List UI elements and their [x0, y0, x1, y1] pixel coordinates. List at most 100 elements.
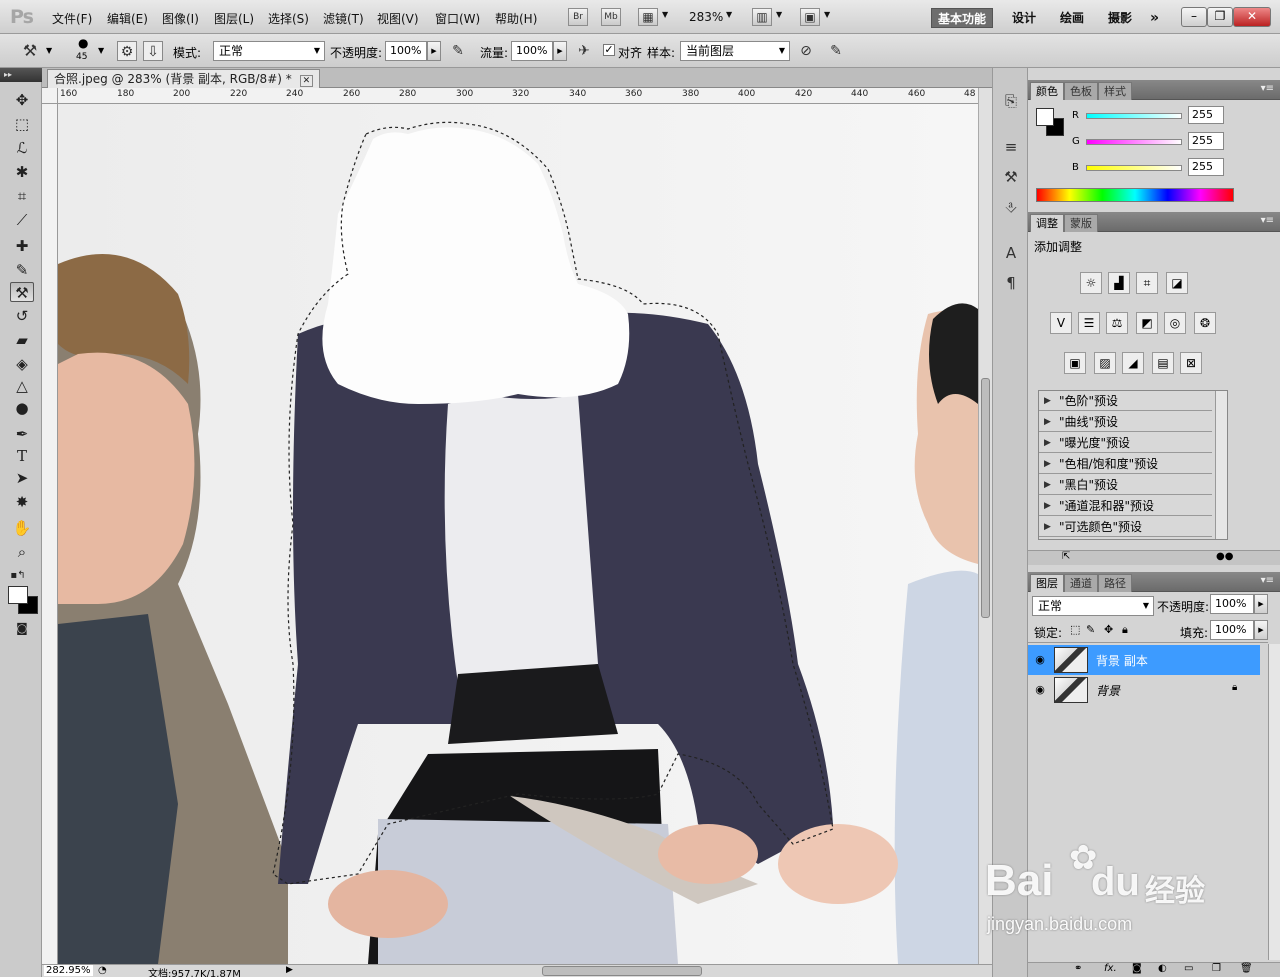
panel-menu-icon[interactable]: ▾≡ — [1261, 575, 1274, 586]
clone-stamp-icon[interactable]: ⚒ — [20, 41, 40, 61]
paint-bucket-tool-icon[interactable]: ◈ — [10, 354, 34, 374]
tab-styles[interactable]: 样式 — [1098, 82, 1132, 100]
chevron-down-icon[interactable]: ▼ — [98, 46, 104, 55]
new-layer-icon[interactable]: ❐ — [1212, 963, 1221, 974]
menu-view[interactable]: 视图(V) — [377, 10, 419, 27]
menu-image[interactable]: 图像(I) — [162, 10, 199, 27]
blend-mode-select[interactable]: 正常 ▼ — [1032, 596, 1154, 616]
scroll-thumb[interactable] — [981, 378, 990, 618]
mode-select[interactable]: 正常 ▼ — [213, 41, 325, 61]
lock-pixels-icon[interactable]: ✎ — [1086, 623, 1095, 636]
history-icon[interactable]: ⎘ — [1000, 90, 1022, 112]
minimize-button[interactable]: – — [1181, 7, 1207, 27]
opacity-slider-button[interactable]: ▶ — [427, 41, 441, 61]
clone-source-icon[interactable]: ⇩ — [143, 41, 163, 61]
layer-opacity-input[interactable]: 100% — [1210, 594, 1254, 614]
restore-button[interactable]: ❐ — [1207, 7, 1233, 27]
vibrance-icon[interactable]: V — [1050, 312, 1072, 334]
zoom-tool-icon[interactable]: ⌕ — [10, 542, 34, 562]
workspace-photography[interactable]: 摄影 — [1108, 8, 1132, 28]
layer-row[interactable]: ◉ 背景 副本 — [1028, 645, 1260, 675]
workspace-painting[interactable]: 绘画 — [1060, 8, 1084, 28]
hand-tool-icon[interactable]: ✋ — [10, 518, 34, 538]
curves-icon[interactable]: ⌗ — [1136, 272, 1158, 294]
menu-file[interactable]: 文件(F) — [52, 10, 92, 27]
status-arrow-icon[interactable]: ▶ — [286, 965, 293, 975]
chevron-down-icon[interactable]: ▼ — [662, 10, 668, 19]
invert-icon[interactable]: ▣ — [1064, 352, 1086, 374]
workspace-design[interactable]: 设计 — [1012, 8, 1036, 28]
move-tool-icon[interactable]: ✥ — [10, 90, 34, 110]
pressure-opacity-icon[interactable]: ✎ — [448, 41, 468, 61]
gradient-map-icon[interactable]: ▤ — [1152, 352, 1174, 374]
r-input[interactable]: 255 — [1188, 106, 1224, 124]
pen-tool-icon[interactable]: ✒ — [10, 424, 34, 444]
brush-presets-icon[interactable]: ≡ — [1000, 136, 1022, 158]
zoom-level[interactable]: 283% — [689, 10, 723, 24]
g-input[interactable]: 255 — [1188, 132, 1224, 150]
brush-tool-icon[interactable]: ✎ — [10, 260, 34, 280]
levels-icon[interactable]: ▟ — [1108, 272, 1130, 294]
eyedropper-tool-icon[interactable]: ⟋ — [10, 210, 34, 230]
layer-name[interactable]: 背景 副本 — [1096, 652, 1148, 669]
tab-channels[interactable]: 通道 — [1064, 574, 1098, 592]
menu-select[interactable]: 选择(S) — [268, 10, 309, 27]
close-button[interactable]: ✕ — [1233, 7, 1271, 27]
aligned-checkbox[interactable]: ✓ — [603, 44, 615, 56]
character-icon[interactable]: A — [1000, 242, 1022, 264]
close-icon[interactable]: ✕ — [299, 75, 314, 87]
menu-help[interactable]: 帮助(H) — [495, 10, 537, 27]
foreground-color-swatch[interactable] — [8, 586, 28, 604]
b-slider[interactable] — [1086, 165, 1182, 171]
hue-saturation-icon[interactable]: ☰ — [1078, 312, 1100, 334]
tool-presets-icon[interactable]: ⎀ — [1000, 196, 1022, 218]
fill-button[interactable]: ▶ — [1254, 620, 1268, 640]
vertical-scrollbar[interactable] — [978, 88, 992, 964]
flow-slider-button[interactable]: ▶ — [553, 41, 567, 61]
image-canvas[interactable] — [58, 104, 978, 964]
crop-tool-icon[interactable]: ⌗ — [10, 186, 34, 206]
opacity-input[interactable]: 100% — [385, 41, 427, 61]
lock-transparent-icon[interactable]: ⬚ — [1070, 623, 1080, 636]
more-workspaces-icon[interactable]: » — [1150, 8, 1159, 28]
chevron-down-icon[interactable]: ▼ — [824, 10, 830, 19]
adjustment-layer-icon[interactable]: ◐ — [1158, 963, 1167, 974]
brightness-icon[interactable]: ☼ — [1080, 272, 1102, 294]
tab-swatches[interactable]: 色板 — [1064, 82, 1098, 100]
fill-input[interactable]: 100% — [1210, 620, 1254, 640]
black-white-icon[interactable]: ◩ — [1136, 312, 1158, 334]
layers-scrollbar[interactable] — [1268, 644, 1280, 960]
chevron-down-icon[interactable]: ▼ — [46, 46, 52, 55]
preset-exposure[interactable]: ▶ "曝光度"预设 — [1039, 433, 1212, 453]
workspace-essentials[interactable]: 基本功能 — [931, 8, 994, 28]
exposure-icon[interactable]: ◪ — [1166, 272, 1188, 294]
color-balance-icon[interactable]: ⚖ — [1106, 312, 1128, 334]
quick-mask-icon[interactable]: ◙ — [10, 618, 34, 638]
add-mask-icon[interactable]: ◙ — [1132, 963, 1142, 974]
chevron-down-icon[interactable]: ▼ — [726, 10, 732, 19]
magic-wand-tool-icon[interactable]: ✱ — [10, 162, 34, 182]
menu-edit[interactable]: 编辑(E) — [107, 10, 148, 27]
tab-adjustments[interactable]: 调整 — [1030, 214, 1064, 232]
arrange-docs-icon[interactable]: ▥ — [752, 8, 772, 26]
preset-curves[interactable]: ▶ "曲线"预设 — [1039, 412, 1212, 432]
preset-selective-color[interactable]: ▶ "可选颜色"预设 — [1039, 517, 1212, 537]
photo-filter-icon[interactable]: ◎ — [1164, 312, 1186, 334]
delete-layer-icon[interactable]: 🗑︎ — [1240, 963, 1253, 974]
preset-scrollbar[interactable] — [1215, 391, 1227, 539]
panel-menu-icon[interactable]: ▾≡ — [1261, 83, 1274, 94]
paragraph-icon[interactable]: ¶ — [1000, 272, 1022, 294]
default-colors-icon[interactable]: ▪↰ — [6, 566, 30, 586]
healing-brush-tool-icon[interactable]: ✚ — [10, 236, 34, 256]
pressure-size-icon[interactable]: ✎ — [826, 41, 846, 61]
vertical-ruler[interactable] — [42, 104, 58, 964]
horizontal-scroll-thumb[interactable] — [542, 966, 702, 976]
selective-color-icon[interactable]: ⊠ — [1180, 352, 1202, 374]
tab-color[interactable]: 颜色 — [1030, 82, 1064, 100]
preset-bw[interactable]: ▶ "黑白"预设 — [1039, 475, 1212, 495]
preset-hue-sat[interactable]: ▶ "色相/饱和度"预设 — [1039, 454, 1212, 474]
menu-filter[interactable]: 滤镜(T) — [323, 10, 364, 27]
link-layers-icon[interactable]: ⚭ — [1074, 963, 1082, 974]
tab-paths[interactable]: 路径 — [1098, 574, 1132, 592]
new-group-icon[interactable]: ▭ — [1184, 963, 1193, 974]
